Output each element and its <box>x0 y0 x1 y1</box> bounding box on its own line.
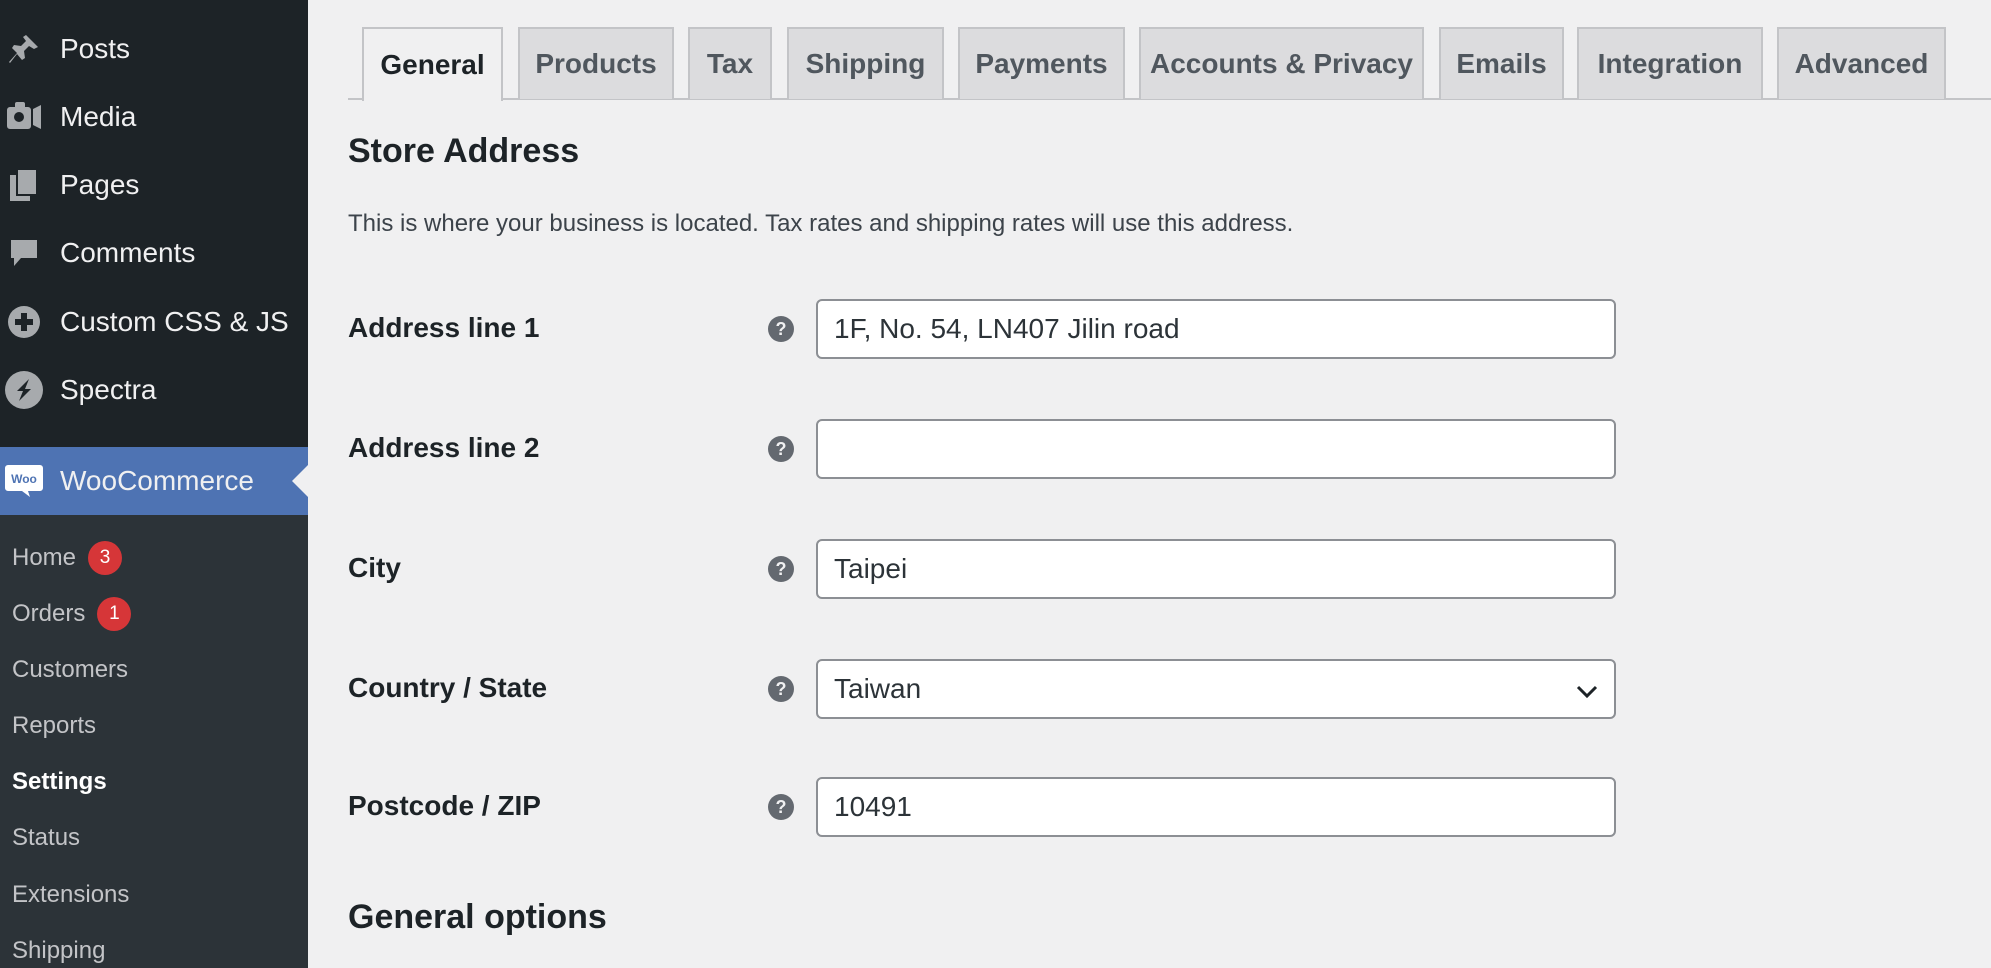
admin-sidebar: Posts Media Pages Comments Custom CSS & … <box>0 0 308 968</box>
plus-circle-icon <box>2 300 46 344</box>
menu-item-custom-css-js[interactable]: Custom CSS & JS <box>0 292 308 352</box>
submenu-item-customers[interactable]: Customers <box>12 650 128 690</box>
notification-badge: 3 <box>88 541 123 575</box>
active-arrow <box>292 465 308 497</box>
tab-integration[interactable]: Integration <box>1577 27 1763 99</box>
menu-label: Custom CSS & JS <box>60 306 289 337</box>
tab-shipping[interactable]: Shipping <box>787 27 944 99</box>
svg-text:Woo: Woo <box>11 472 37 486</box>
tab-emails[interactable]: Emails <box>1439 27 1564 99</box>
menu-label: Posts <box>60 33 131 64</box>
submenu-item-orders[interactable]: Orders 1 <box>12 594 132 634</box>
submenu-item-extensions[interactable]: Extensions <box>12 875 129 915</box>
country-state-label: Country / State <box>348 672 548 703</box>
address-line-2-label: Address line 2 <box>348 432 540 463</box>
submenu-label: Orders <box>12 600 86 627</box>
submenu-item-settings[interactable]: Settings <box>12 762 107 802</box>
menu-item-pages[interactable]: Pages <box>0 155 308 215</box>
menu-item-woocommerce[interactable]: Woo WooCommerce <box>0 447 308 515</box>
comment-icon <box>2 231 46 275</box>
submenu-label: Status <box>12 824 81 851</box>
menu-item-spectra[interactable]: Spectra <box>0 360 308 420</box>
notification-badge: 1 <box>97 597 132 631</box>
address-line-1-label: Address line 1 <box>348 312 540 343</box>
pages-icon <box>2 163 46 207</box>
woocommerce-logo-icon: Woo <box>2 459 46 503</box>
submenu-label: Customers <box>12 656 129 683</box>
city-label: City <box>348 552 401 583</box>
tab-advanced[interactable]: Advanced <box>1777 27 1946 99</box>
menu-item-media[interactable]: Media <box>0 87 308 147</box>
section-description: This is where your business is located. … <box>348 210 1294 237</box>
menu-label: Media <box>60 101 137 132</box>
spectra-icon <box>2 368 46 412</box>
postcode-label: Postcode / ZIP <box>348 790 541 821</box>
menu-label: Spectra <box>60 374 157 405</box>
media-icon <box>2 95 46 139</box>
help-icon[interactable]: ? <box>768 556 794 582</box>
general-options-title: General options <box>348 898 607 936</box>
postcode-input[interactable] <box>816 777 1616 837</box>
submenu-item-reports[interactable]: Reports <box>12 706 96 746</box>
address-line-1-input[interactable] <box>816 299 1616 359</box>
tab-tax[interactable]: Tax <box>688 27 772 99</box>
submenu-label: Home <box>12 544 77 571</box>
tab-products[interactable]: Products <box>518 27 674 99</box>
pin-icon <box>2 27 46 71</box>
submenu-item-shipping[interactable]: Shipping <box>12 931 105 968</box>
help-icon[interactable]: ? <box>768 676 794 702</box>
submenu-label: Shipping <box>12 937 106 964</box>
menu-label: Comments <box>60 237 196 268</box>
menu-item-posts[interactable]: Posts <box>0 19 308 79</box>
address-line-2-input[interactable] <box>816 419 1616 479</box>
country-state-value: Taiwan <box>834 673 922 704</box>
country-state-select[interactable]: Taiwan <box>816 659 1616 719</box>
menu-item-comments[interactable]: Comments <box>0 223 308 283</box>
tab-general[interactable]: General <box>362 27 503 101</box>
submenu-label: Extensions <box>12 881 130 908</box>
city-input[interactable] <box>816 539 1616 599</box>
tab-accounts-privacy[interactable]: Accounts & Privacy <box>1139 27 1424 99</box>
woocommerce-submenu: Home 3 Orders 1 Customers Reports Settin… <box>0 515 308 968</box>
menu-label: WooCommerce <box>60 465 254 496</box>
submenu-item-home[interactable]: Home 3 <box>12 538 123 578</box>
submenu-item-status[interactable]: Status <box>12 818 80 858</box>
section-title: Store Address <box>348 132 580 170</box>
menu-label: Pages <box>60 169 140 200</box>
chevron-down-icon <box>1576 685 1598 699</box>
submenu-label: Settings <box>12 768 107 795</box>
tab-payments[interactable]: Payments <box>958 27 1125 99</box>
submenu-label: Reports <box>12 712 97 739</box>
help-icon[interactable]: ? <box>768 316 794 342</box>
help-icon[interactable]: ? <box>768 794 794 820</box>
help-icon[interactable]: ? <box>768 436 794 462</box>
